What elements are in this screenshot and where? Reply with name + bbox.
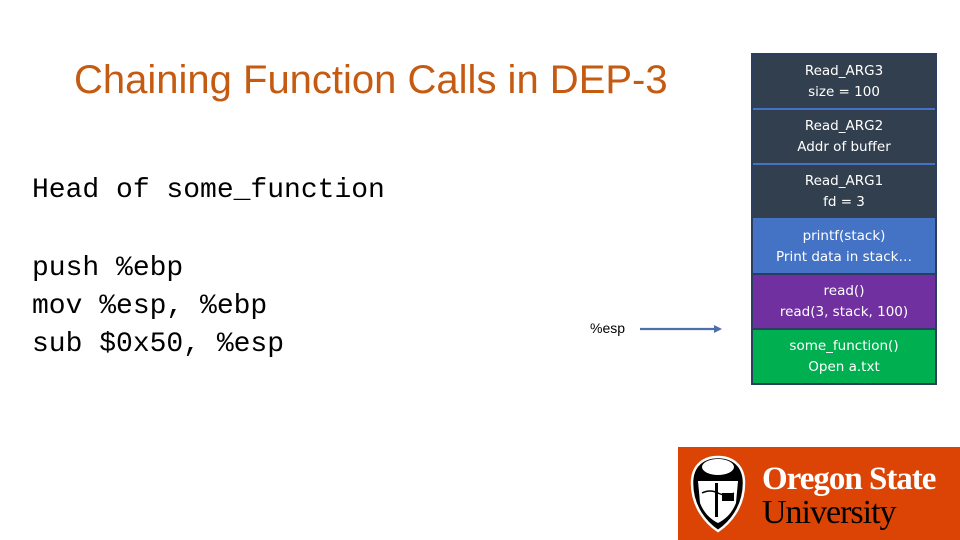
code-block: push %ebp mov %esp, %ebp sub $0x50, %esp bbox=[32, 250, 284, 364]
stack-cell-printf: printf(stack) Print data in stack… bbox=[753, 220, 935, 273]
stack-cell-title: printf(stack) bbox=[802, 227, 886, 244]
stack-diagram: Read_ARG3 size = 100 Read_ARG2 Addr of b… bbox=[751, 53, 937, 385]
arrow-right-icon bbox=[640, 325, 722, 333]
code-heading: Head of some_function bbox=[32, 175, 385, 206]
stack-cell-title: Read_ARG2 bbox=[804, 117, 884, 134]
slide-title: Chaining Function Calls in DEP-3 bbox=[74, 58, 668, 102]
stack-cell-detail: fd = 3 bbox=[823, 193, 865, 210]
stack-cell-read-arg3: Read_ARG3 size = 100 bbox=[753, 55, 935, 110]
logo-line1: Oregon State bbox=[762, 461, 936, 497]
stack-cell-read-arg1: Read_ARG1 fd = 3 bbox=[753, 165, 935, 220]
code-line: sub $0x50, %esp bbox=[32, 329, 285, 360]
code-line: push %ebp bbox=[32, 253, 184, 284]
stack-cell-detail: Open a.txt bbox=[808, 358, 880, 375]
stack-cell-title: read() bbox=[823, 282, 865, 299]
stack-cell-some-function: some_function() Open a.txt bbox=[753, 330, 935, 383]
stack-cell-detail: read(3, stack, 100) bbox=[779, 303, 909, 320]
stack-cell-detail: size = 100 bbox=[808, 83, 880, 100]
stack-cell-title: Read_ARG3 bbox=[804, 62, 884, 79]
osu-logo: Oregon State University bbox=[678, 447, 960, 540]
stack-cell-detail: Addr of buffer bbox=[797, 138, 891, 155]
stack-cell-read: read() read(3, stack, 100) bbox=[753, 275, 935, 328]
logo-line2: University bbox=[762, 494, 897, 531]
esp-label: %esp bbox=[590, 320, 626, 336]
beaver-shield-icon bbox=[690, 455, 746, 533]
stack-cell-title: some_function() bbox=[789, 337, 899, 354]
code-line: mov %esp, %ebp bbox=[32, 291, 268, 322]
stack-cell-title: Read_ARG1 bbox=[804, 172, 884, 189]
stack-cell-read-arg2: Read_ARG2 Addr of buffer bbox=[753, 110, 935, 165]
stack-cell-detail: Print data in stack… bbox=[776, 248, 912, 265]
